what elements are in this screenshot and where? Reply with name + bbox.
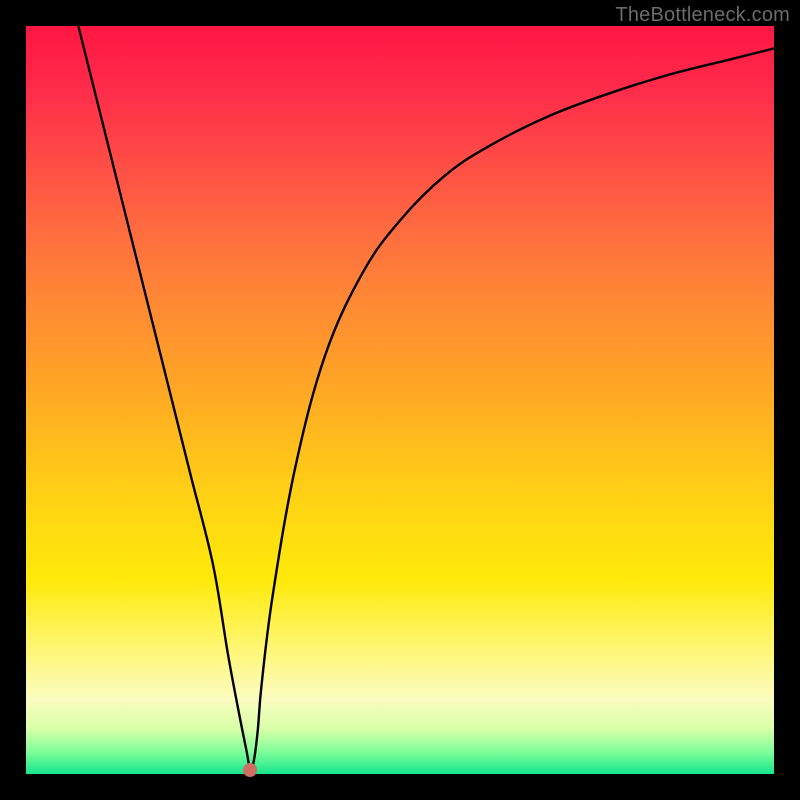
curve-svg xyxy=(26,26,774,774)
watermark-text: TheBottleneck.com xyxy=(615,4,790,27)
bottleneck-curve xyxy=(78,26,774,770)
chart-frame xyxy=(26,26,774,774)
optimal-point-marker xyxy=(243,763,257,777)
